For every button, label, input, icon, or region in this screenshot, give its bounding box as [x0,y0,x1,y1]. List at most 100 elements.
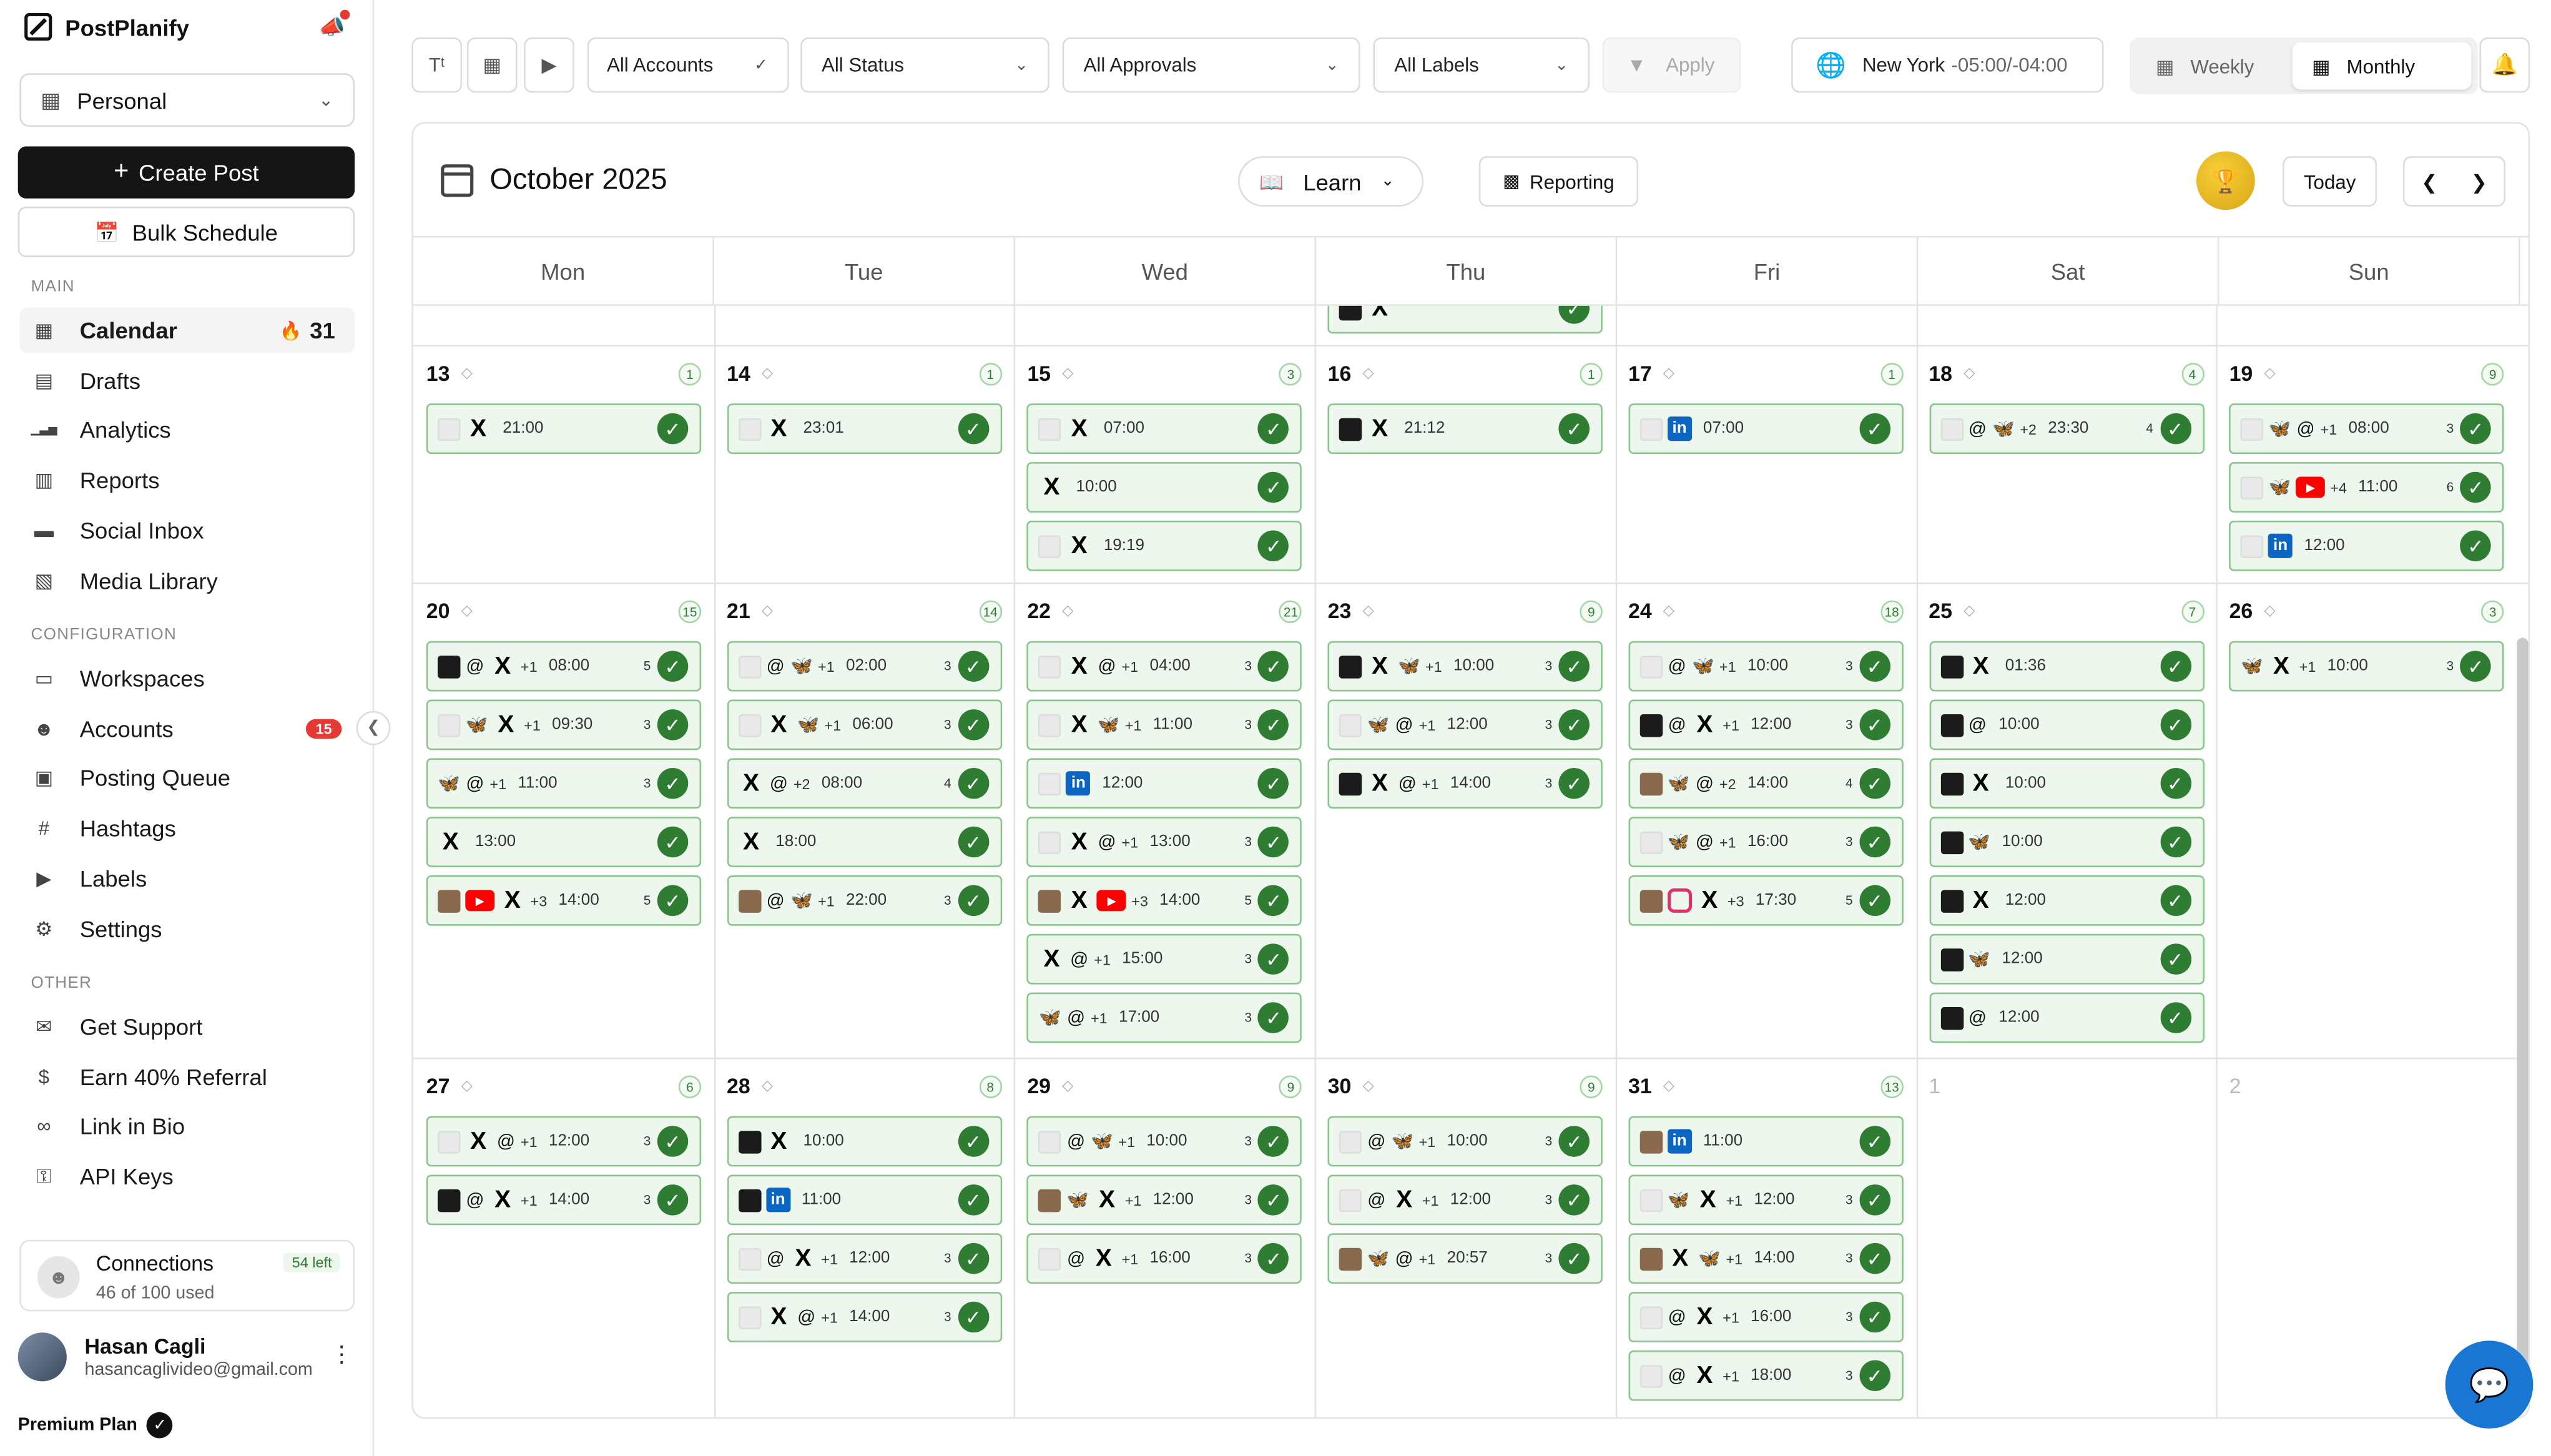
scheduled-post[interactable]: 🦋 @ +1 17:00 3 ✓ [1027,992,1302,1043]
scheduled-post[interactable]: X 01:36 ✓ [1929,641,2204,692]
scheduled-post[interactable]: @ X +1 12:00 3 ✓ [1628,699,1904,750]
scheduled-post[interactable]: 🦋 10:00 ✓ [1929,817,2204,867]
labels-filter[interactable]: All Labels ⌄ [1373,37,1590,93]
scheduled-post[interactable]: @ 🦋 +1 10:00 3 ✓ [1628,641,1904,692]
sidebar-item-calendar[interactable]: ▦ Calendar 🔥 31 [19,307,355,353]
status-filter[interactable]: All Status ⌄ [800,37,1049,93]
scheduled-post[interactable]: @ 🦋 +1 10:00 3 ✓ [1327,1116,1603,1167]
sidebar-item-posting-queue[interactable]: ▣ Posting Queue [19,755,355,801]
scheduled-post[interactable]: @ X +1 16:00 3 ✓ [1628,1292,1904,1342]
sidebar-item-labels[interactable]: ▶ Labels [19,855,355,901]
scheduled-post[interactable]: 🦋 @ +1 08:00 3 ✓ [2229,403,2504,455]
calendar-day[interactable]: 13 ◇ 1 X 21:00 ✓ [413,345,714,582]
bulk-schedule-button[interactable]: 📅 Bulk Schedule [17,206,355,257]
scheduled-post[interactable]: X ▶ +3 14:00 5 ✓ [1027,875,1302,926]
sidebar-item-social-inbox[interactable]: ▬ Social Inbox [19,508,355,553]
scheduled-post[interactable]: X @ +1 14:00 3 ✓ [727,1292,1002,1342]
scheduled-post[interactable]: 🦋 @ +1 16:00 3 ✓ [1628,817,1904,867]
megaphone-icon[interactable]: 📣 [319,9,350,41]
approvals-filter[interactable]: All Approvals ⌄ [1062,37,1360,93]
sidebar-item-hashtags[interactable]: # Hashtags [19,805,355,851]
scheduled-post[interactable]: @ 🦋 +1 22:00 3 ✓ [727,875,1002,926]
sidebar-item-media-library[interactable]: ▧ Media Library [19,558,355,603]
calendar-day[interactable]: 19 ◇ 9 🦋 @ +1 08:00 3 ✓ 🦋 ▶ +4 11:00 6 ✓ in 12:00 ✓ [2216,345,2517,582]
scheduled-post[interactable]: X 10:00 ✓ [1027,462,1302,513]
scheduled-post[interactable]: 🦋 X +1 12:00 3 ✓ [1027,1174,1302,1226]
scheduled-post[interactable]: X ✓ [1327,305,1603,334]
calendar-day[interactable]: 28 ◇ 8 X 10:00 ✓ in 11:00 ✓ @ X +1 12:00 3 ✓ X @ +1 14:00 3… [714,1058,1015,1417]
scheduled-post[interactable]: @ X +1 12:00 3 ✓ [727,1233,1002,1284]
calendar-day[interactable]: 25 ◇ 7 X 01:36 ✓ @10:00 ✓ X 10:00 ✓ 🦋 10:00 ✓ X 12:00 ✓ 🦋… [1915,583,2216,1058]
scheduled-post[interactable]: @ 🦋 +2 23:30 4 ✓ [1929,403,2204,455]
create-post-button[interactable]: + Create Post [17,146,355,199]
sidebar-item-api-keys[interactable]: ⚿ API Keys [19,1154,355,1199]
video-filter-button[interactable]: ▶ [524,37,574,93]
calendar-day[interactable]: 22 ◇ 21 X @ +1 04:00 3 ✓ X 🦋 +1 11:00 3 ✓ in 12:00 ✓ X @ +1 1… [1014,583,1315,1058]
scheduled-post[interactable]: @12:00 ✓ [1929,992,2204,1043]
reporting-button[interactable]: ▩ Reporting [1478,156,1639,207]
scheduled-post[interactable]: X @ +1 14:00 3 ✓ [1327,758,1603,809]
scheduled-post[interactable]: in 12:00 ✓ [2229,520,2504,571]
calendar-day[interactable]: 20 ◇ 15 @ X +1 08:00 5 ✓ 🦋 X +1 09:30 3 ✓ 🦋 @ +1 11:00 3 ✓ X 1… [413,583,714,1058]
sidebar-item-earn-40-referral[interactable]: $ Earn 40% Referral [19,1054,355,1099]
scheduled-post[interactable]: @ X +1 18:00 3 ✓ [1628,1350,1904,1401]
brand[interactable]: PostPlanify [24,12,189,41]
scheduled-post[interactable]: X 🦋 +1 10:00 3 ✓ [1327,641,1603,692]
calendar-day[interactable]: 24 ◇ 18 @ 🦋 +1 10:00 3 ✓ @ X +1 12:00 3 ✓ 🦋 @ +2 14:00 4 ✓ 🦋 @… [1615,583,1916,1058]
learn-dropdown[interactable]: 📖 Learn ⌄ [1238,156,1424,207]
scheduled-post[interactable]: 🦋 ▶ +4 11:00 6 ✓ [2229,462,2504,513]
scheduled-post[interactable]: 🦋 X +1 09:30 3 ✓ [426,699,702,750]
scheduled-post[interactable]: 🦋 @ +1 11:00 3 ✓ [426,758,702,809]
sidebar-item-workspaces[interactable]: ▭ Workspaces [19,656,355,701]
calendar-day[interactable]: 31 ◇ 13 in 11:00 ✓ 🦋 X +1 12:00 3 ✓ X 🦋 +1 14:00 3 ✓ @ X +1 1… [1615,1058,1916,1417]
calendar-day[interactable]: 27 ◇ 6 X @ +1 12:00 3 ✓ @ X +1 14:00 3 ✓ [413,1058,714,1417]
scheduled-post[interactable]: X 10:00 ✓ [727,1116,1002,1167]
more-vertical-icon[interactable]: ⋮ [330,1340,353,1368]
weekly-view-button[interactable]: ▦ Weekly [2136,42,2293,90]
scheduled-post[interactable]: X 10:00 ✓ [1929,758,2204,809]
accounts-filter[interactable]: All Accounts ✓ [587,37,789,93]
scheduled-post[interactable]: X 19:19 ✓ [1027,520,1302,571]
scheduled-post[interactable]: 🦋 X +1 10:00 3 ✓ [2229,641,2504,692]
sidebar-item-get-support[interactable]: ✉ Get Support [19,1004,355,1050]
scheduled-post[interactable]: 🦋 @ +1 20:57 3 ✓ [1327,1233,1603,1284]
image-filter-button[interactable]: ▦ [466,37,518,93]
scheduled-post[interactable]: X 🦋 +1 14:00 3 ✓ [1628,1233,1904,1284]
scheduled-post[interactable]: X @ +1 15:00 3 ✓ [1027,933,1302,985]
scheduled-post[interactable]: X 21:00 ✓ [426,403,702,455]
scheduled-post[interactable]: in 12:00 ✓ [1027,758,1302,809]
scheduled-post[interactable]: X 21:12 ✓ [1327,403,1603,455]
today-button[interactable]: Today [2283,156,2377,207]
scheduled-post[interactable]: X @ +1 12:00 3 ✓ [426,1116,702,1167]
chevron-right-icon[interactable]: ❯ [2471,170,2487,192]
scheduled-post[interactable]: 🦋 @ +2 14:00 4 ✓ [1628,758,1904,809]
sidebar-item-accounts[interactable]: ☻ Accounts 15 [19,706,355,751]
collapse-sidebar-button[interactable]: ❮ [356,711,391,745]
calendar-day[interactable]: 18 ◇ 4 @ 🦋 +2 23:30 4 ✓ [1915,345,2216,582]
scheduled-post[interactable]: X +3 17:30 5 ✓ [1628,875,1904,926]
scheduled-post[interactable]: X @ +1 04:00 3 ✓ [1027,641,1302,692]
scheduled-post[interactable]: @10:00 ✓ [1929,699,2204,750]
calendar-day[interactable]: 30 ◇ 9 @ 🦋 +1 10:00 3 ✓ @ X +1 12:00 3 ✓ 🦋 @ +1 20:57 3 ✓ [1315,1058,1616,1417]
calendar-day[interactable]: 1 [1915,1058,2216,1417]
scheduled-post[interactable]: X @ +2 08:00 4 ✓ [727,758,1002,809]
scheduled-post[interactable]: X 13:00 ✓ [426,817,702,867]
scheduled-post[interactable]: in 11:00 ✓ [1628,1116,1904,1167]
scheduled-post[interactable]: X 07:00 ✓ [1027,403,1302,455]
calendar-day[interactable]: 14 ◇ 1 X 23:01 ✓ [714,345,1015,582]
text-filter-button[interactable]: Tᵗ [411,37,463,93]
scheduled-post[interactable]: 🦋 12:00 ✓ [1929,933,2204,985]
scheduled-post[interactable]: X @ +1 13:00 3 ✓ [1027,817,1302,867]
workspace-select[interactable]: ▦ Personal ⌄ [19,73,355,127]
scheduled-post[interactable]: X 🦋 +1 06:00 3 ✓ [727,699,1002,750]
sidebar-item-analytics[interactable]: ▁▃▅ Analytics [19,407,355,453]
scheduled-post[interactable]: in 11:00 ✓ [727,1174,1002,1226]
bell-button[interactable]: 🔔 [2479,37,2530,93]
user-profile[interactable]: Hasan Cagli hasancaglivideo@gmail.com ⋮ [17,1331,360,1387]
apply-button[interactable]: ▼ Apply [1602,37,1741,93]
scheduled-post[interactable]: ▶ X +3 14:00 5 ✓ [426,875,702,926]
scheduled-post[interactable]: @ 🦋 +1 02:00 3 ✓ [727,641,1002,692]
monthly-view-button[interactable]: ▦ Monthly [2292,42,2472,90]
scheduled-post[interactable]: X 18:00 ✓ [727,817,1002,867]
scheduled-post[interactable]: X 🦋 +1 11:00 3 ✓ [1027,699,1302,750]
